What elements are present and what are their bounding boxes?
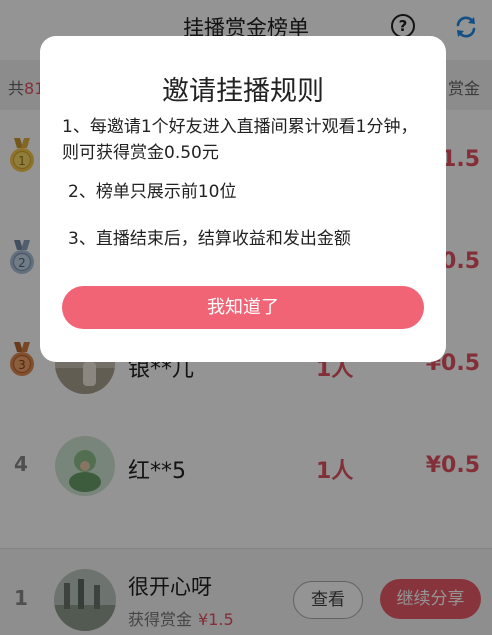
rule-item: 2、榜单只展示前10位 [68,182,237,202]
got-it-button[interactable]: 我知道了 [62,286,424,329]
dialog-title: 邀请挂播规则 [162,76,324,107]
rule-item: 1、每邀请1个好友进入直播间累计观看1分钟，则可获得赏金0.50元 [62,117,418,163]
rules-dialog: 邀请挂播规则 1、每邀请1个好友进入直播间累计观看1分钟，则可获得赏金0.50元… [40,36,446,362]
rule-item: 3、直播结束后，结算收益和发出金额 [68,229,351,249]
